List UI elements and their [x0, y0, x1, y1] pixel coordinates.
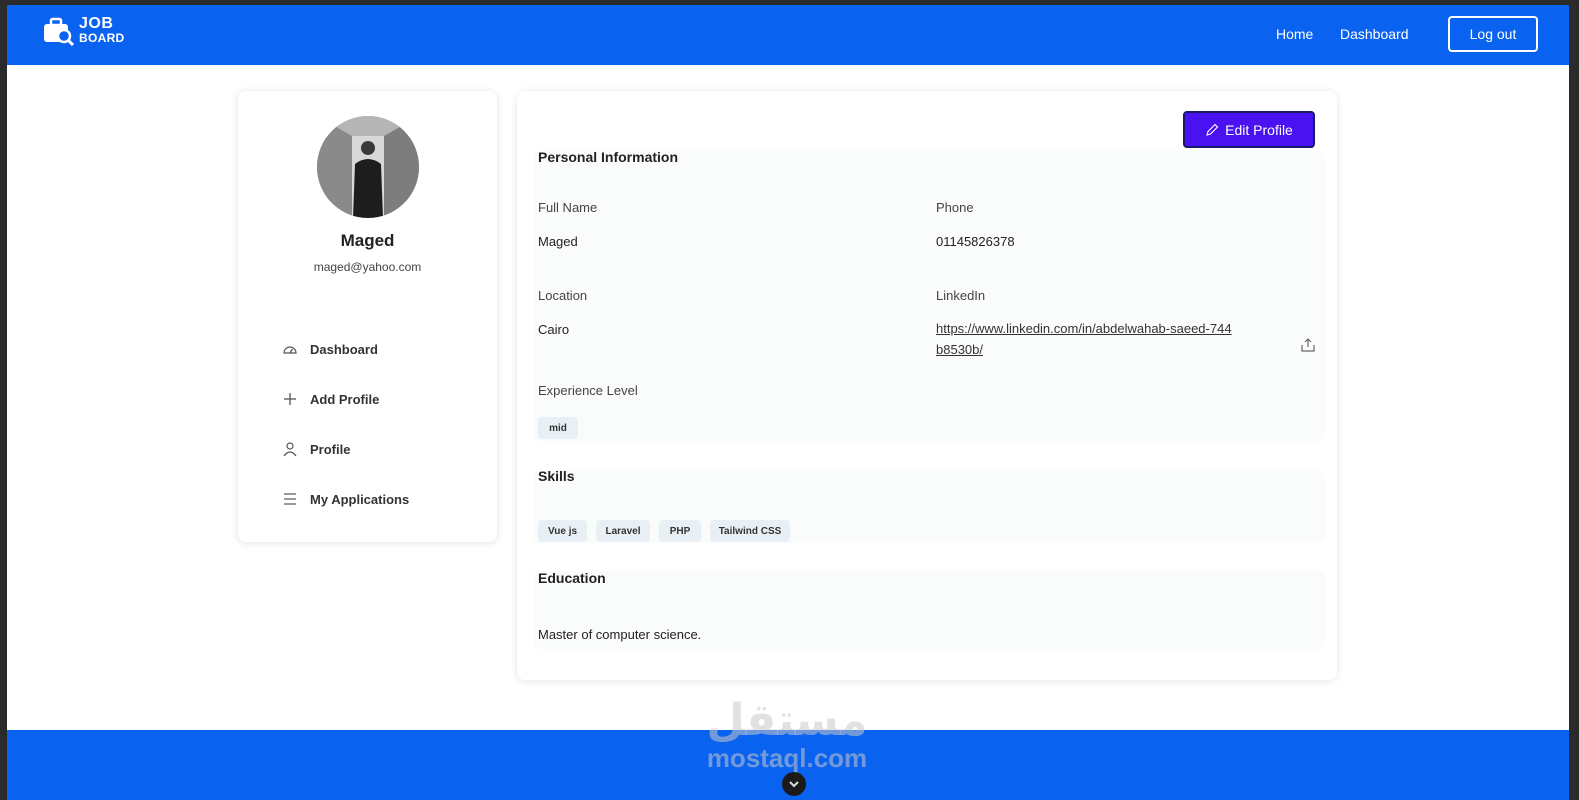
sidebar-item-profile[interactable]: Profile	[282, 439, 409, 459]
logo-line2: BOARD	[79, 31, 125, 45]
user-email: maged@yahoo.com	[313, 260, 422, 274]
app-window: JOB BOARD Home Dashboard Log out Maged m…	[7, 5, 1569, 800]
edit-profile-label: Edit Profile	[1225, 121, 1293, 138]
avatar	[317, 116, 419, 218]
logo-text: JOB BOARD	[79, 15, 125, 46]
linkedin-label: LinkedIn	[936, 288, 986, 303]
personal-info-title: Personal Information	[538, 149, 679, 165]
experience-badge: mid	[538, 417, 578, 439]
phone-value: 01145826378	[936, 234, 1015, 249]
linkedin-link[interactable]: https://www.linkedin.com/in/abdelwahab-s…	[936, 318, 1236, 360]
nav-dashboard-link[interactable]: Dashboard	[1340, 26, 1409, 42]
skill-tag: Vue js	[538, 520, 587, 542]
skill-tag: PHP	[659, 520, 701, 542]
sidebar-menu: Dashboard Add Profile Profile My Applica…	[282, 339, 409, 539]
education-title: Education	[538, 570, 606, 586]
user-icon	[283, 442, 297, 457]
sidebar-item-dashboard[interactable]: Dashboard	[282, 339, 409, 359]
experience-label: Experience Level	[538, 383, 638, 398]
share-icon[interactable]	[1300, 337, 1316, 353]
scroll-down-button[interactable]	[782, 772, 806, 796]
watermark-arabic: مستقل	[706, 695, 868, 746]
watermark-latin: mostaql.com	[706, 743, 868, 773]
full-name-value: Maged	[538, 234, 578, 249]
skills-section	[533, 471, 1325, 543]
skills-title: Skills	[538, 468, 575, 484]
logout-button[interactable]: Log out	[1448, 16, 1538, 52]
dashboard-icon	[283, 346, 297, 354]
chevron-down-icon	[789, 781, 799, 788]
profile-details-card: Edit Profile Personal Information Full N…	[517, 91, 1337, 680]
skill-tag: Laravel	[596, 520, 650, 542]
logo[interactable]: JOB BOARD	[42, 16, 125, 46]
sidebar-item-add-profile[interactable]: Add Profile	[282, 389, 409, 409]
personal-info-section	[533, 151, 1325, 441]
list-icon	[284, 493, 296, 505]
plus-icon	[284, 393, 296, 405]
location-value: Cairo	[538, 322, 570, 337]
phone-label: Phone	[936, 200, 974, 215]
full-name-label: Full Name	[538, 200, 598, 215]
edit-profile-button[interactable]: Edit Profile	[1183, 111, 1315, 148]
sidebar-item-label: Profile	[310, 441, 351, 457]
profile-sidebar: Maged maged@yahoo.com Dashboard Add Prof…	[238, 91, 497, 542]
sidebar-item-my-applications[interactable]: My Applications	[282, 489, 409, 509]
watermark: مستقل mostaql.com	[687, 695, 887, 773]
sidebar-item-label: Add Profile	[310, 391, 380, 407]
briefcase-search-icon	[44, 17, 75, 46]
pencil-icon	[1206, 123, 1219, 136]
nav-home-link[interactable]: Home	[1276, 26, 1313, 42]
navbar: JOB BOARD Home Dashboard Log out	[7, 5, 1569, 65]
education-value: Master of computer science.	[538, 627, 702, 642]
location-label: Location	[538, 288, 588, 303]
sidebar-item-label: My Applications	[310, 491, 410, 507]
avatar-photo	[317, 116, 419, 218]
sidebar-item-label: Dashboard	[310, 341, 378, 357]
skill-tag: Tailwind CSS	[710, 520, 790, 542]
user-name: Maged	[340, 231, 395, 250]
logo-line1: JOB	[79, 15, 114, 32]
